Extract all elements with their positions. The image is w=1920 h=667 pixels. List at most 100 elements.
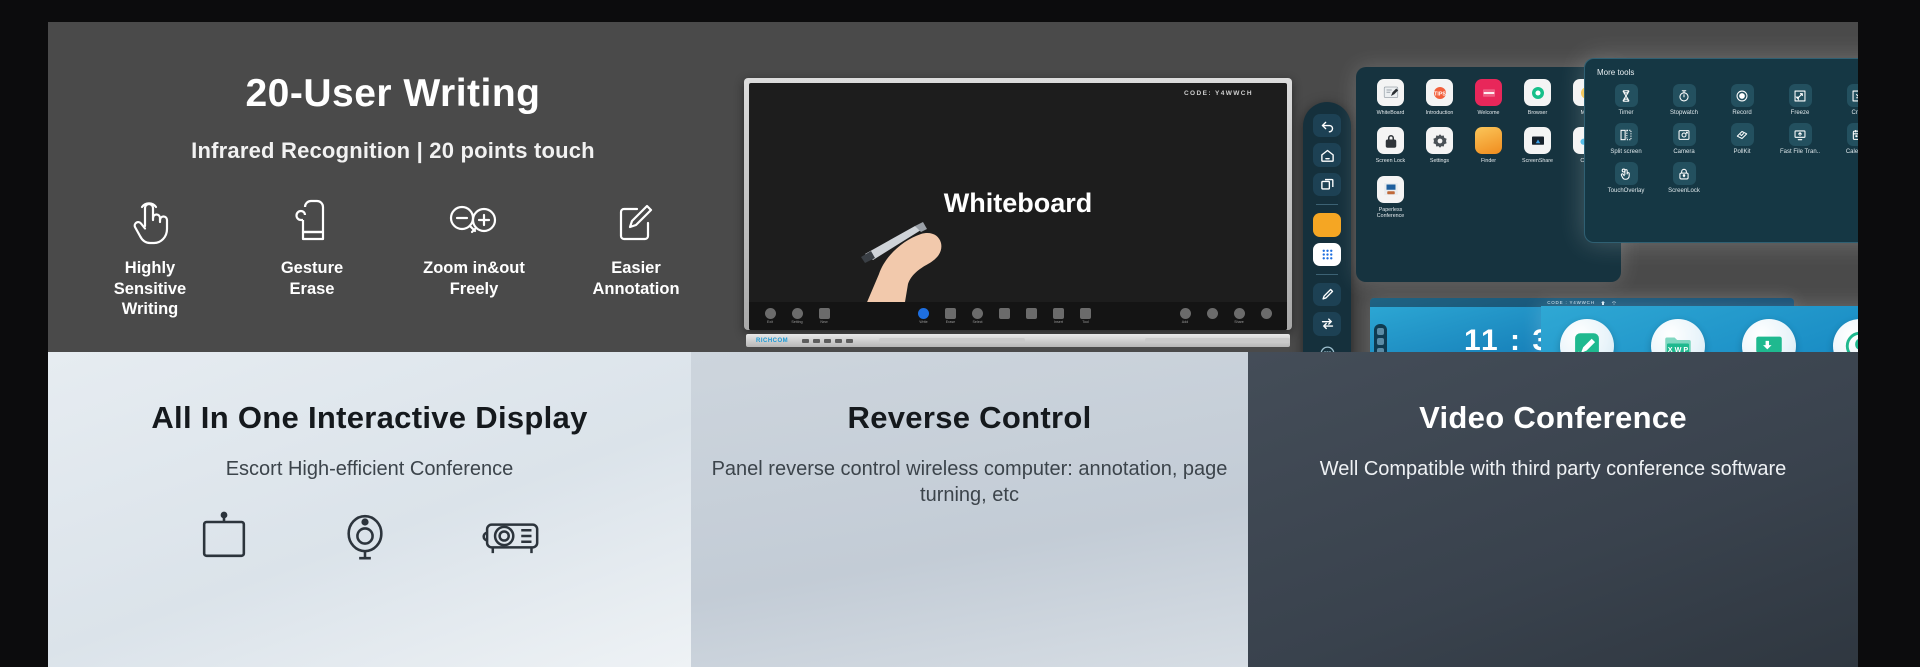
share-icon [1233,308,1245,319]
app-item-screenshare[interactable]: ScreenShare [1513,127,1562,164]
app-label: Welcome [1477,110,1500,116]
hero-title: 20-User Writing [245,72,541,115]
exit-icon [764,308,776,319]
tool-item-fast-file-transfer[interactable]: Fast File Tran.. [1771,123,1829,155]
toolbar-button[interactable] [1023,308,1041,320]
hero-feature-row: Highly Sensitive Writing Gesture Erase Z… [48,196,738,320]
wifi-icon [1611,300,1616,305]
split-screen-icon [1614,123,1638,146]
home-mini-sidebar[interactable] [1374,324,1387,352]
app-item-introduction[interactable]: TIPS Introduction [1415,79,1464,116]
speaker-grille-right [1144,338,1290,343]
app-item-whiteboard[interactable]: WhiteBoard [1366,79,1415,116]
tool-item-freeze[interactable]: Freeze [1771,84,1829,116]
feature-label-line1: Gesture [280,259,344,277]
screenlock-icon [1672,162,1696,185]
display-screen[interactable]: CODE: Y4WWCH Whiteboard Exit Setting New… [749,83,1287,330]
tools-icon [1080,308,1091,319]
insert-icon [1053,308,1064,319]
toolbar-button[interactable] [1257,308,1275,320]
tool-item-split-screen[interactable]: Split screen [1597,123,1655,155]
tool-item-screenlock[interactable]: ScreenLock [1655,162,1713,194]
new-icon [818,308,830,319]
pollkit-icon [1730,123,1754,146]
app-item-finder[interactable]: Finder [1464,127,1513,164]
freeze-icon [1788,84,1812,107]
sidebar-item-annotate[interactable] [1313,282,1341,307]
whiteboard-icon [1377,79,1404,106]
sidebar-item-finder[interactable] [1313,213,1341,237]
app-label: Screen Lock [1375,158,1406,165]
tool-item-touch-overlay[interactable]: TouchOverlay [1597,162,1655,194]
tool-item-crop[interactable]: Crop [1829,84,1858,116]
sidebar-item-back[interactable] [1313,114,1341,138]
app-label: ScreenShare [1522,158,1553,165]
toolbar-button[interactable] [1203,308,1221,320]
toolbar-button[interactable]: Setting [788,308,806,324]
hero-left-column: 20-User Writing Infrared Recognition | 2… [48,22,738,352]
tool-label: Fast File Tran.. [1779,149,1820,155]
hourglass-icon [1614,84,1638,107]
feature-label-line1: Easier [611,259,661,277]
camera-icon [1672,123,1696,146]
app-label: Introduction [1425,110,1454,116]
add-page-icon [1179,308,1191,319]
sidebar-item-transfer[interactable] [1313,312,1341,336]
browser-icon [1524,79,1551,106]
hero-section: 20-User Writing Infrared Recognition | 2… [48,22,1858,352]
toolbar-left-group: Exit Setting New [761,308,833,324]
whiteboard-toolbar: Exit Setting New Write Erase Select Inse… [749,302,1287,330]
toolbar-button[interactable] [996,308,1014,320]
toolbar-button[interactable]: Erase [942,308,960,324]
svg-text:X W P: X W P [1668,344,1689,352]
stopwatch-icon [1672,84,1696,107]
brand-logo: RICHCOM [756,337,789,344]
toolbar-button[interactable]: Insert [1050,308,1068,324]
app-item-screen-lock[interactable]: Screen Lock [1366,127,1415,164]
dock-overlay-row: Whiteboard X W P Finder [1541,306,1858,352]
bottom-panels: All In One Interactive Display Escort Hi… [48,352,1858,667]
dock-overlay: Whiteboard X W P Finder [1541,306,1858,352]
app-item-settings[interactable]: Settings [1415,127,1464,164]
toolbar-button[interactable]: Share [1230,308,1248,324]
sidebar-item-multitask[interactable] [1313,172,1341,197]
toolbar-button[interactable]: New [815,308,833,324]
toolbar-button[interactable]: Tool [1077,308,1095,324]
toolbar-button[interactable]: Select [969,308,987,324]
dock-item-screen-share[interactable]: Screen Share [1729,318,1809,352]
toolbar-button[interactable]: Exit [761,308,779,324]
paperless-icon [1377,175,1404,203]
tool-item-calendar[interactable]: Calendar [1829,123,1858,155]
sidebar-item-apps[interactable] [1313,242,1341,266]
record-icon [1730,84,1754,107]
dock-item-browser[interactable]: Browser [1820,318,1858,352]
tool-item-timer[interactable]: Timer [1597,84,1655,116]
sidebar-item-home[interactable] [1313,143,1341,167]
app-item-browser[interactable]: Browser [1513,79,1562,116]
bottom-panel-reverse-control: Reverse Control Panel reverse control wi… [691,352,1248,667]
sidebar-item-more[interactable] [1313,342,1341,352]
mitten-glove-icon [251,196,373,248]
hero-subtitle: Infrared Recognition | 20 points touch [191,138,595,163]
setting-icon [791,308,803,319]
more-tools-panel: More tools Edit Timer Stopw [1584,58,1858,243]
tool-item-record[interactable]: Record [1713,84,1771,116]
app-item-welcome[interactable]: Welcome [1464,79,1513,116]
shape-icon [945,308,956,319]
toolbar-button[interactable]: Write [915,308,933,324]
toolbar-right-group: Add Share [1176,308,1275,324]
app-label: Finder [1480,158,1496,165]
screen-code-label: CODE: Y4WWCH [1183,90,1253,97]
tool-item-stopwatch[interactable]: Stopwatch [1655,84,1713,116]
panel-text: Well Compatible with third party confere… [1319,458,1787,480]
whiteboard-word: Whiteboard [943,188,1093,218]
whiteboard-icon [1559,318,1614,352]
panel-title: All In One Interactive Display [151,400,588,435]
app-item-paperless[interactable]: Paperless Conference [1366,175,1415,220]
tool-item-camera[interactable]: Camera [1655,123,1713,155]
dock-item-finder[interactable]: X W P Finder [1638,318,1718,352]
toolbar-button[interactable]: Add [1176,308,1194,324]
feature-item: Gesture Erase [251,196,373,320]
tool-item-pollkit[interactable]: PollKit [1713,123,1771,155]
dock-item-whiteboard[interactable]: Whiteboard [1547,318,1627,352]
